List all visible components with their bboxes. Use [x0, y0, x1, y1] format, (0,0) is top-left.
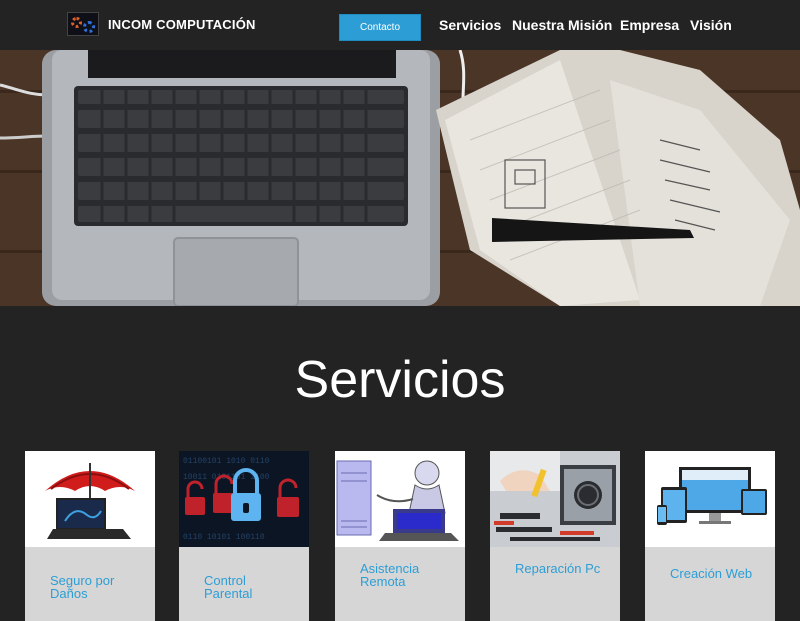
section-title: Servicios	[294, 351, 506, 409]
svg-text:0110 10101 100110: 0110 10101 100110	[183, 533, 265, 542]
card-asistencia-remota[interactable]: Asistencia Remota	[335, 451, 465, 621]
card-seguro-por-danos[interactable]: Seguro por Daños	[25, 451, 155, 621]
card-label-creacion: Creación Web	[670, 566, 753, 581]
contact-button[interactable]: Contacto	[339, 14, 421, 41]
card-label-reparacion: Reparación Pc	[515, 561, 601, 576]
nav-link-nuestra-mision[interactable]: Nuestra Misión	[512, 17, 612, 33]
top-navbar: INCOM COMPUTACIÓN Contacto Servicios Nue…	[0, 0, 800, 50]
nav-link-vision[interactable]: Visión	[690, 17, 732, 33]
svg-text:01100101 1010 0110: 01100101 1010 0110	[183, 457, 270, 466]
card-label-seguro: Seguro por Daños	[50, 573, 115, 601]
card-label-asistencia: Asistencia Remota	[360, 561, 420, 589]
repair-tools-icon	[490, 451, 620, 547]
devices-icon	[645, 451, 775, 547]
nav-link-empresa[interactable]: Empresa	[620, 17, 679, 33]
card-label-control: Control Parental	[204, 573, 253, 601]
robot-computer-icon	[335, 451, 465, 547]
logo-gears-icon[interactable]	[67, 12, 99, 36]
card-reparacion-pc[interactable]: Reparación Pc	[490, 451, 620, 621]
card-creacion-web[interactable]: Creación Web	[645, 451, 775, 621]
hero-image-laptop-notebook	[0, 50, 800, 306]
brand-name[interactable]: INCOM COMPUTACIÓN	[108, 17, 256, 32]
nav-link-servicios[interactable]: Servicios	[439, 17, 501, 33]
umbrella-laptop-icon	[25, 451, 155, 547]
padlock-icon: 01100101 1010 0110 10011 0101101 1100 01…	[179, 451, 309, 547]
card-control-parental[interactable]: 01100101 1010 0110 10011 0101101 1100 01…	[179, 451, 309, 621]
